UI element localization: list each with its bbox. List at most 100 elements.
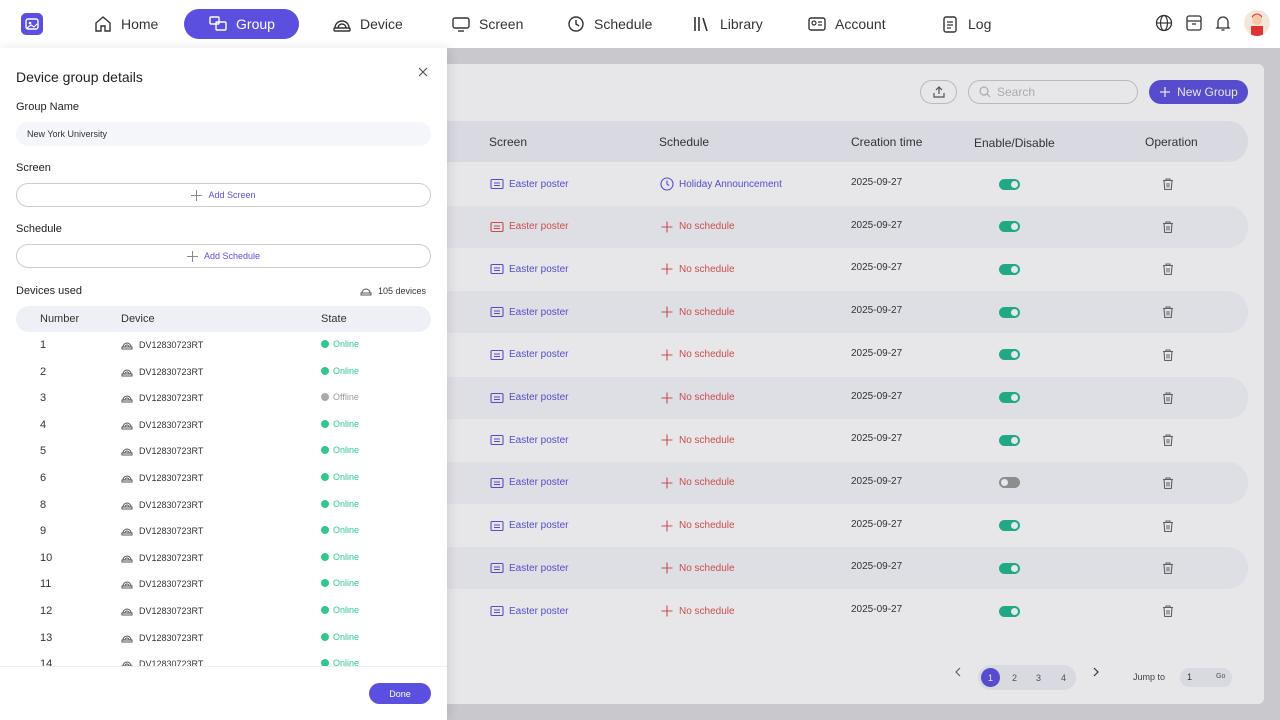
nav-account[interactable]: Account — [797, 9, 896, 39]
device-state-text: Online — [333, 578, 360, 589]
nav-schedule[interactable]: Schedule — [556, 9, 662, 39]
device-id: DV12830723RT — [139, 419, 204, 430]
device-state-text: Offline — [333, 392, 359, 403]
device-row: 10 DV12830723RT Online — [16, 545, 431, 571]
device-icon — [121, 422, 133, 430]
archive-button[interactable] — [1185, 14, 1203, 32]
device-state: Online — [321, 339, 359, 349]
device-row: 2 DV12830723RT Online — [16, 359, 431, 385]
devices-used-label: Devices used — [16, 285, 83, 297]
status-dot — [321, 419, 329, 428]
device-row: 14 DV12830723RT Online — [16, 651, 431, 666]
device-number: 11 — [40, 578, 52, 591]
device-id: DV12830723RT — [139, 552, 204, 563]
device-state: Online — [321, 632, 359, 642]
device-cell: DV12830723RT — [121, 499, 203, 511]
nav-home[interactable]: Home — [83, 9, 168, 39]
group-name-field[interactable]: New York University — [16, 122, 431, 146]
footer-divider — [0, 666, 447, 667]
device-row: 6 DV12830723RT Online — [16, 465, 431, 491]
device-icon — [121, 581, 133, 589]
nav-log[interactable]: Log — [930, 9, 1001, 39]
device-cell: DV12830723RT — [121, 605, 203, 617]
device-number: 13 — [40, 631, 53, 644]
device-icon — [121, 608, 133, 616]
device-id: DV12830723RT — [139, 606, 204, 616]
device-cell: DV12830723RT — [121, 445, 203, 457]
clock-icon — [568, 16, 584, 32]
plus-icon — [191, 189, 203, 201]
device-icon — [333, 20, 351, 32]
notifications-button[interactable] — [1214, 14, 1232, 32]
device-state: Online — [321, 445, 359, 455]
status-dot — [321, 366, 329, 375]
device-row: 11 DV12830723RT Online — [16, 571, 431, 597]
device-row: 12 DV12830723RT Online — [16, 598, 431, 624]
bell-icon — [1215, 16, 1231, 31]
device-state-text: Online — [333, 472, 360, 482]
status-dot — [321, 579, 329, 588]
status-dot — [321, 606, 329, 614]
devices-list: 1 DV12830723RT Online 2 DV12830723RT Online 3 D… — [0, 332, 447, 666]
nav-account-label: Account — [835, 16, 886, 32]
nav-group-label: Group — [236, 16, 275, 32]
close-button[interactable] — [416, 65, 430, 79]
device-icon — [121, 475, 133, 483]
plus-icon — [186, 250, 198, 262]
nav-home-label: Home — [121, 16, 159, 32]
device-row: 4 DV12830723RT Online — [16, 412, 431, 438]
device-number: 5 — [40, 445, 47, 458]
archive-icon — [1186, 15, 1202, 31]
add-screen-button[interactable]: Add Screen — [16, 183, 431, 207]
add-schedule-label: Add Schedule — [203, 251, 261, 261]
avatar[interactable] — [1244, 10, 1270, 36]
group-name-value: New York University — [27, 129, 108, 139]
device-state-text: Online — [333, 445, 360, 456]
device-state: Offline — [321, 392, 359, 402]
status-dot — [321, 340, 329, 348]
schedule-label: Schedule — [16, 223, 62, 235]
device-icon — [121, 661, 133, 666]
device-row: 3 DV12830723RT Offline — [16, 385, 431, 411]
device-id: DV12830723RT — [139, 393, 204, 404]
device-state-text: Online — [333, 418, 360, 429]
device-cell: DV12830723RT — [121, 366, 203, 378]
app-logo-icon[interactable] — [21, 13, 43, 35]
add-screen-label: Add Screen — [208, 190, 256, 200]
device-cell: DV12830723RT — [121, 525, 203, 537]
nav-screen-label: Screen — [479, 16, 524, 32]
devices-count-text: 105 devices — [378, 286, 427, 296]
device-state-text: Online — [333, 498, 360, 509]
device-id: DV12830723RT — [139, 579, 204, 590]
nav-device[interactable]: Device — [322, 9, 413, 39]
device-state: Online — [321, 525, 359, 535]
nav-library[interactable]: Library — [682, 9, 773, 39]
done-button[interactable]: Done — [369, 683, 431, 704]
device-icon — [360, 288, 372, 296]
device-icon — [121, 342, 133, 350]
col-device: Device — [121, 313, 155, 325]
device-id: DV12830723RT — [139, 340, 204, 350]
top-navigation: Home Group Device Screen Schedule Librar… — [0, 0, 1280, 48]
device-id: DV12830723RT — [139, 526, 204, 537]
nav-screen[interactable]: Screen — [441, 9, 533, 39]
device-number: 14 — [40, 658, 53, 666]
device-number: 9 — [40, 525, 47, 538]
device-cell: DV12830723RT — [121, 552, 203, 564]
col-state: State — [321, 313, 347, 325]
device-row: 1 DV12830723RT Online — [16, 332, 431, 358]
screen-label: Screen — [16, 162, 51, 174]
status-dot — [321, 393, 329, 402]
device-state-text: Online — [333, 551, 360, 562]
device-state: Online — [321, 499, 359, 509]
add-schedule-button[interactable]: Add Schedule — [16, 244, 431, 268]
device-number: 8 — [40, 498, 47, 511]
device-number: 1 — [40, 339, 47, 351]
device-state-text: Online — [333, 605, 360, 615]
device-state-text: Online — [333, 365, 360, 376]
device-id: DV12830723RT — [139, 659, 204, 666]
col-number: Number — [40, 313, 80, 325]
device-icon — [121, 502, 133, 510]
language-button[interactable] — [1155, 14, 1173, 32]
nav-group[interactable]: Group — [184, 9, 299, 39]
